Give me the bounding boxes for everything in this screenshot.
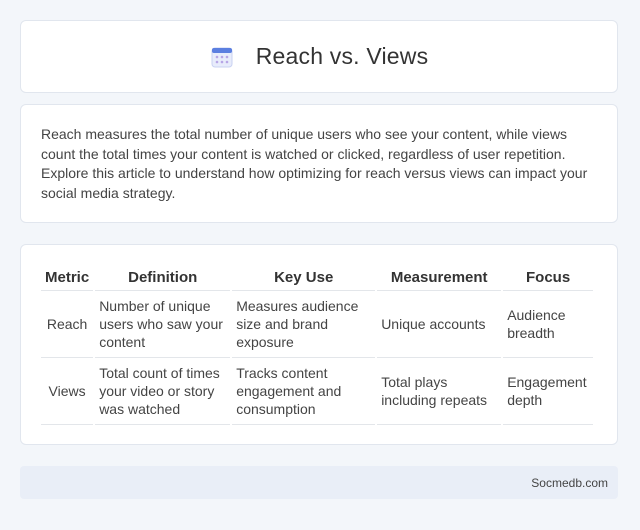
table-card: Metric Definition Key Use Measurement Fo… — [20, 244, 618, 445]
table-cell: Total plays including repeats — [377, 358, 502, 425]
intro-card: Reach measures the total number of uniqu… — [20, 104, 618, 223]
intro-text: Reach measures the total number of uniqu… — [41, 126, 588, 201]
title-card: Reach vs. Views — [20, 20, 618, 93]
table-header-row: Metric Definition Key Use Measurement Fo… — [41, 263, 593, 291]
table-cell: Measures audience size and brand exposur… — [232, 291, 376, 358]
table-row: Views Total count of times your video or… — [41, 358, 593, 425]
column-header: Definition — [95, 263, 231, 291]
page-title: Reach vs. Views — [255, 43, 429, 69]
source-link[interactable]: Socmedb.com — [531, 476, 608, 490]
calendar-icon — [210, 45, 234, 69]
table-cell: Unique accounts — [377, 291, 502, 358]
table-cell: Total count of times your video or story… — [95, 358, 231, 425]
column-header: Key Use — [232, 263, 376, 291]
table-cell: Views — [41, 358, 94, 425]
column-header: Metric — [41, 263, 94, 291]
comparison-table: Metric Definition Key Use Measurement Fo… — [39, 263, 595, 425]
table-cell: Number of unique users who saw your cont… — [95, 291, 231, 358]
footer-bar: Socmedb.com — [20, 466, 618, 499]
table-cell: Engagement depth — [503, 358, 593, 425]
table-row: Reach Number of unique users who saw you… — [41, 291, 593, 358]
column-header: Focus — [503, 263, 593, 291]
column-header: Measurement — [377, 263, 502, 291]
table-cell: Audience breadth — [503, 291, 593, 358]
table-cell: Reach — [41, 291, 94, 358]
table-cell: Tracks content engagement and consumptio… — [232, 358, 376, 425]
